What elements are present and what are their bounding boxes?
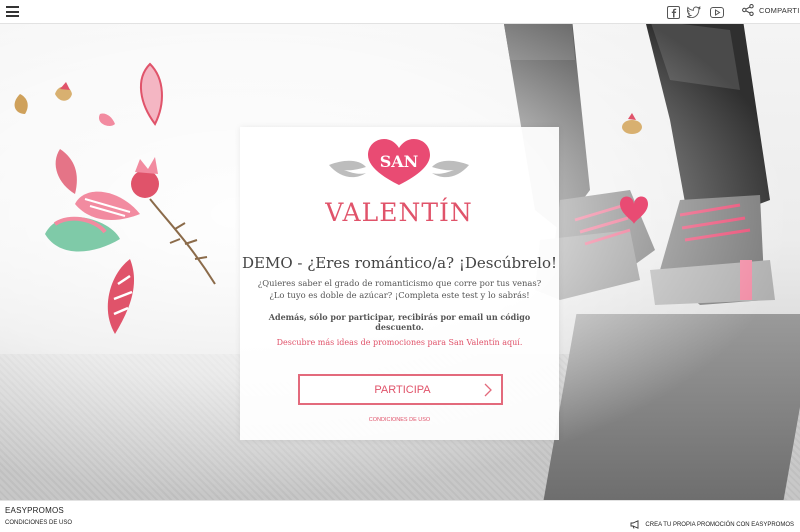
- footer-conditions-link[interactable]: CONDICIONES DE USO: [5, 520, 72, 526]
- participa-button[interactable]: PARTICIPA: [298, 374, 503, 405]
- top-bar: COMPARTIR: [0, 0, 800, 24]
- chevron-right-icon: [484, 383, 492, 397]
- twitter-icon[interactable]: [686, 4, 702, 20]
- participa-label: PARTICIPA: [374, 384, 431, 396]
- share-label: COMPARTIR: [759, 5, 800, 15]
- share-button[interactable]: COMPARTIR: [742, 4, 800, 16]
- background-image: SAN VALENTÍN DEMO - ¿Eres romántico/a? ¡…: [0, 24, 800, 500]
- logo-top-text: SAN: [380, 152, 419, 171]
- footer-promo-label: CREA TU PROPIA PROMOCIÓN CON EASYPROMOS: [645, 521, 794, 528]
- facebook-icon[interactable]: [665, 4, 681, 20]
- decorative-flourishes: [14, 62, 216, 334]
- menu-icon[interactable]: [6, 6, 19, 17]
- megaphone-icon: [630, 520, 639, 529]
- footer: EASYPROMOS CONDICIONES DE USO CREA TU PR…: [0, 500, 800, 532]
- footer-promo-link[interactable]: CREA TU PROPIA PROMOCIÓN CON EASYPROMOS: [630, 520, 794, 529]
- footer-brand: EASYPROMOS: [5, 506, 64, 515]
- share-icon: [742, 4, 754, 16]
- promo-note: Además, sólo por participar, recibirás p…: [268, 312, 531, 332]
- promo-ideas-link[interactable]: Descubre más ideas de promociones para S…: [240, 338, 559, 347]
- promo-description: ¿Quieres saber el grado de romanticismo …: [257, 278, 542, 300]
- youtube-icon[interactable]: [709, 4, 725, 20]
- promo-card: SAN VALENTÍN DEMO - ¿Eres romántico/a? ¡…: [240, 127, 559, 440]
- promo-title: DEMO - ¿Eres romántico/a? ¡Descúbrelo!: [241, 254, 558, 272]
- logo-bottom-text: VALENTÍN: [324, 198, 473, 227]
- decorative-bird-heart: [620, 113, 648, 224]
- san-valentin-logo: SAN VALENTÍN: [324, 139, 473, 227]
- conditions-link[interactable]: CONDICIONES DE USO: [240, 417, 559, 423]
